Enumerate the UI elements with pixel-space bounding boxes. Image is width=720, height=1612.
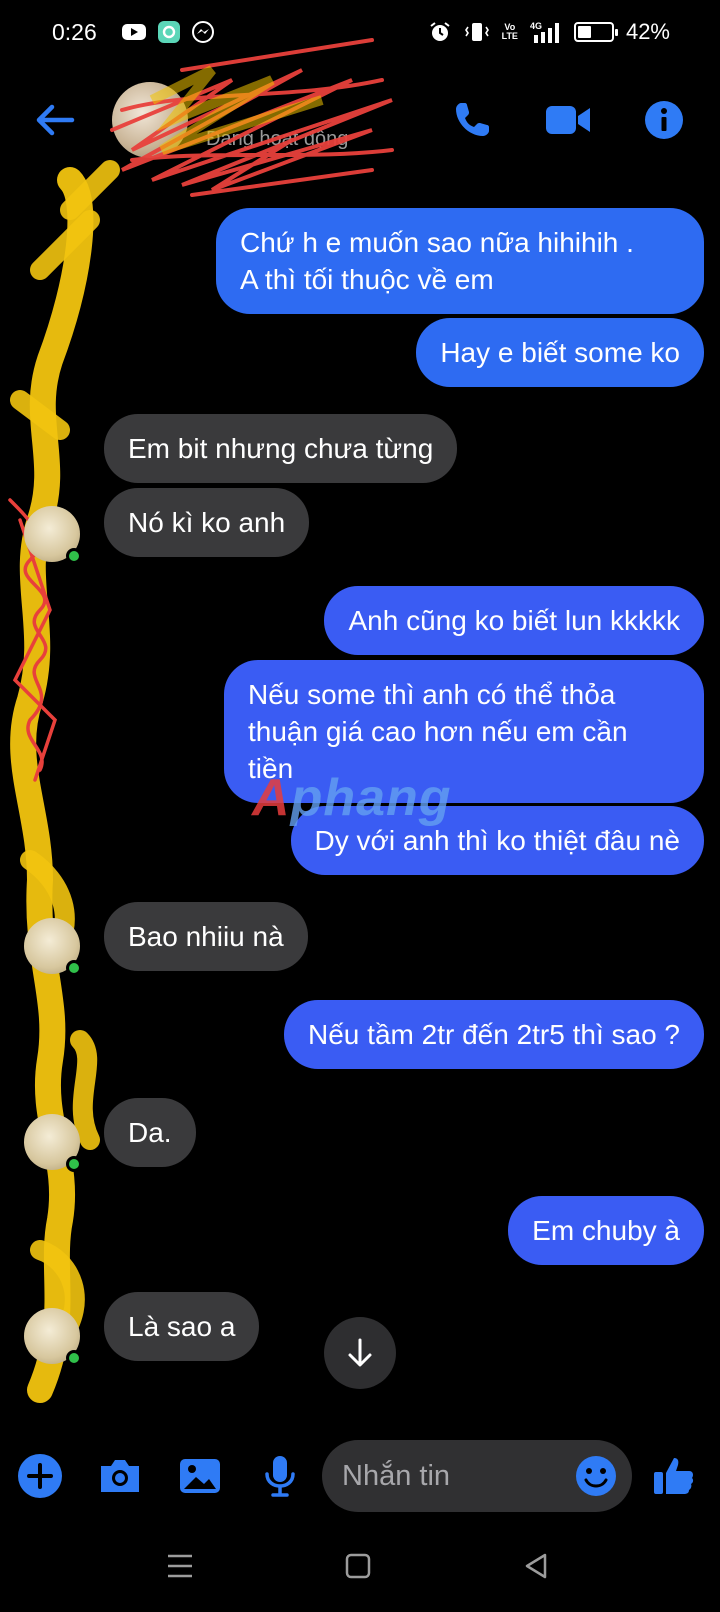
camera-icon bbox=[101, 1460, 139, 1492]
online-indicator bbox=[66, 960, 82, 976]
home-button[interactable] bbox=[338, 1546, 378, 1586]
status-time: 0:26 bbox=[52, 18, 97, 45]
back-triangle-icon bbox=[525, 1553, 547, 1579]
like-button[interactable] bbox=[648, 1450, 700, 1502]
camera-button[interactable] bbox=[94, 1450, 146, 1502]
online-indicator bbox=[66, 1350, 82, 1366]
image-icon bbox=[180, 1459, 220, 1493]
battery-icon bbox=[573, 22, 618, 42]
contact-status: Đang hoạt động bbox=[206, 128, 349, 150]
message-bubble-outgoing[interactable]: Hay e biết some ko bbox=[416, 318, 704, 387]
message-field[interactable] bbox=[322, 1440, 632, 1512]
messenger-icon bbox=[191, 20, 215, 44]
youtube-icon bbox=[121, 22, 147, 42]
signal-icon: 4G bbox=[530, 20, 562, 44]
vibrate-icon bbox=[464, 20, 490, 44]
home-square-icon bbox=[345, 1553, 371, 1579]
message-bubble-outgoing[interactable]: Anh cũng ko biết lun kkkkk bbox=[324, 586, 704, 655]
voice-call-button[interactable] bbox=[448, 96, 496, 144]
contact-avatar-small[interactable] bbox=[24, 1114, 82, 1172]
system-navigation-bar bbox=[0, 1522, 720, 1612]
phone-icon bbox=[456, 103, 489, 136]
message-composer bbox=[0, 1432, 720, 1522]
voice-message-button[interactable] bbox=[254, 1450, 306, 1502]
contact-avatar-small[interactable] bbox=[24, 506, 82, 564]
alarm-icon bbox=[428, 20, 452, 44]
contact-avatar-small[interactable] bbox=[24, 918, 82, 976]
volte-icon: Vo LTE bbox=[501, 22, 518, 41]
thumbs-up-icon bbox=[654, 1458, 694, 1494]
back-button[interactable] bbox=[32, 98, 78, 142]
emoji-icon bbox=[576, 1456, 616, 1496]
contact-avatar-small[interactable] bbox=[24, 1308, 82, 1366]
info-icon bbox=[645, 101, 683, 139]
message-bubble-incoming[interactable]: Da. bbox=[104, 1098, 196, 1167]
message-bubble-incoming[interactable]: Bao nhiiu nà bbox=[104, 902, 308, 971]
gallery-button[interactable] bbox=[174, 1450, 226, 1502]
emoji-button[interactable] bbox=[574, 1454, 618, 1498]
redaction-marker-strokes bbox=[8, 160, 120, 1403]
chat-app-icon bbox=[157, 20, 181, 44]
message-bubble-incoming[interactable]: Là sao a bbox=[104, 1292, 260, 1361]
watermark-logo: Aphang bbox=[252, 769, 452, 827]
message-bubble-outgoing[interactable]: Em chuby à bbox=[508, 1196, 704, 1265]
message-bubble-outgoing[interactable]: Nếu tầm 2tr đến 2tr5 thì sao ? bbox=[284, 1000, 704, 1069]
message-bubble-incoming[interactable]: Nó kì ko anh bbox=[104, 488, 310, 557]
message-bubble-outgoing[interactable]: Chứ h e muốn sao nữa hihihih . A thì tối… bbox=[216, 208, 704, 314]
back-arrow-icon bbox=[36, 104, 75, 136]
system-back-button[interactable] bbox=[516, 1546, 556, 1586]
arrow-down-icon bbox=[348, 1338, 372, 1367]
online-indicator bbox=[66, 1156, 82, 1172]
battery-percentage: 42% bbox=[625, 19, 670, 44]
menu-icon bbox=[168, 1554, 192, 1578]
conversation-header: Đang hoạt động bbox=[0, 38, 720, 197]
online-indicator bbox=[66, 548, 82, 564]
more-actions-button[interactable] bbox=[14, 1450, 66, 1502]
video-call-button[interactable] bbox=[544, 96, 592, 144]
video-camera-icon bbox=[546, 106, 590, 134]
recent-apps-button[interactable] bbox=[160, 1546, 200, 1586]
notification-icons bbox=[121, 20, 215, 44]
message-input[interactable] bbox=[342, 1440, 562, 1512]
contact-avatar[interactable] bbox=[112, 82, 188, 158]
message-bubble-incoming[interactable]: Em bit nhưng chưa từng bbox=[104, 414, 458, 483]
info-button[interactable] bbox=[640, 96, 688, 144]
status-bar: 0:26 Vo LTE 4G 42% bbox=[0, 0, 720, 64]
svg-text:4G: 4G bbox=[530, 21, 542, 31]
plus-icon bbox=[18, 1454, 62, 1498]
microphone-icon bbox=[265, 1456, 295, 1497]
scroll-to-bottom-button[interactable] bbox=[324, 1317, 396, 1389]
message-thread[interactable]: Chứ h e muốn sao nữa hihihih . A thì tối… bbox=[0, 160, 720, 1430]
